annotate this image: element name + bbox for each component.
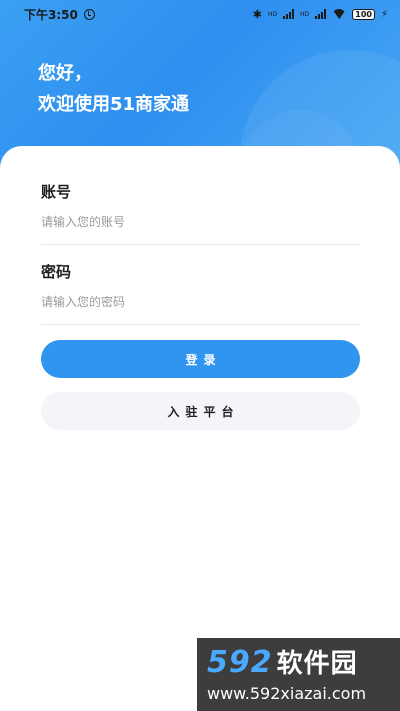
password-input[interactable] bbox=[41, 290, 360, 314]
bluetooth-icon: ✱ bbox=[252, 7, 262, 21]
welcome-title: 欢迎使用51商家通 bbox=[38, 94, 190, 115]
signal-label: HD bbox=[300, 10, 310, 18]
battery-icon: 100 bbox=[352, 8, 375, 20]
charging-icon: ⚡ bbox=[380, 8, 388, 20]
account-label: 账号 bbox=[41, 183, 72, 201]
watermark-logo: 592 软件园 bbox=[207, 643, 358, 680]
status-bar: 下午3:50 ✱ HD HD 100 ⚡ bbox=[0, 0, 400, 28]
watermark-number: 592 bbox=[207, 645, 273, 680]
join-platform-button[interactable]: 入驻平台 bbox=[41, 392, 360, 430]
watermark: 592 软件园 www.592xiazai.com bbox=[197, 638, 400, 711]
account-field: 账号 bbox=[41, 181, 360, 245]
signal-label: HD bbox=[267, 10, 278, 18]
greeting-line: 您好， bbox=[38, 63, 92, 84]
account-input[interactable] bbox=[41, 210, 360, 234]
status-time: 下午3:50 bbox=[24, 7, 78, 22]
watermark-url: www.592xiazai.com bbox=[207, 684, 367, 703]
password-label: 密码 bbox=[41, 263, 72, 281]
wifi-icon bbox=[332, 9, 346, 19]
alarm-icon bbox=[83, 8, 95, 20]
signal-icon bbox=[315, 9, 327, 19]
password-field: 密码 bbox=[41, 261, 360, 325]
greeting: 您好， 欢迎使用51商家通 bbox=[38, 58, 189, 120]
status-icons: ✱ HD HD 100 ⚡ bbox=[253, 8, 388, 21]
login-button[interactable]: 登录 bbox=[41, 340, 360, 378]
watermark-name: 软件园 bbox=[276, 649, 358, 679]
signal-icon bbox=[283, 9, 295, 19]
